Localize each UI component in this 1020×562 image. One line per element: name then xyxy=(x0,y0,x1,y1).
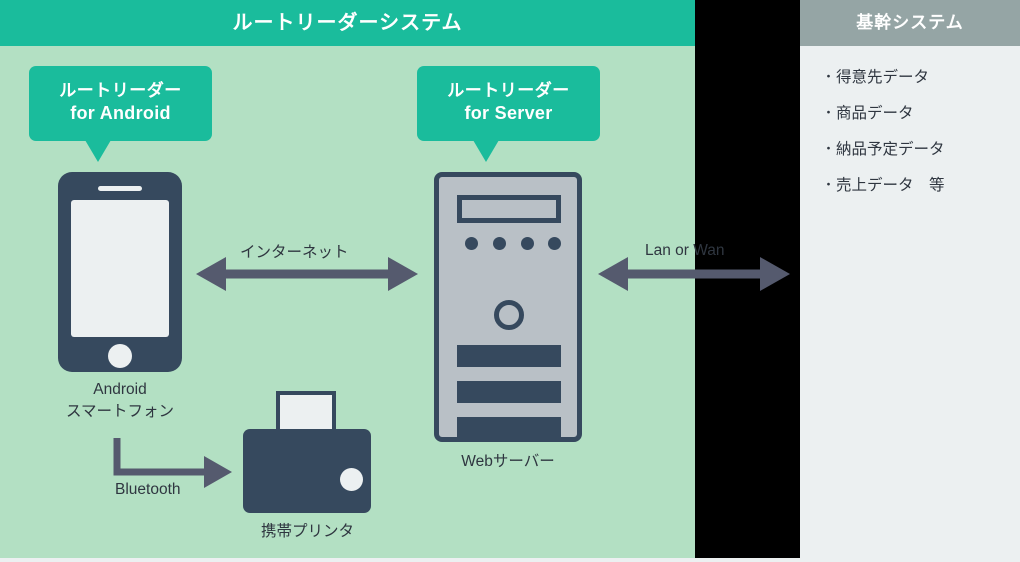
web-server-icon xyxy=(434,172,582,442)
callout-line2: for Server xyxy=(464,102,553,123)
server-led-icon xyxy=(548,237,561,250)
server-led-icon xyxy=(465,237,478,250)
printer-knob xyxy=(340,468,363,491)
list-item: ・得意先データ xyxy=(822,68,1012,89)
server-vent-bar xyxy=(457,345,561,367)
callout-tail-icon xyxy=(473,140,499,162)
lan-or-wan-connection-arrow xyxy=(598,257,790,291)
list-item: ・売上データ 等 xyxy=(822,176,1012,197)
bluetooth-connection-arrow xyxy=(113,438,232,488)
internet-connection-label: インターネット xyxy=(240,244,349,261)
bottom-strip xyxy=(0,558,1020,562)
lan-or-wan-connection-label: Lan or Wan xyxy=(645,242,725,259)
mobile-printer-label: 携帯プリンタ xyxy=(260,523,354,540)
server-indicator-lights xyxy=(465,237,561,250)
server-led-icon xyxy=(521,237,534,250)
list-item: ・商品データ xyxy=(822,104,1012,125)
core-system-data-list: ・得意先データ ・商品データ ・納品予定データ ・売上データ 等 xyxy=(822,68,1012,212)
phone-speaker xyxy=(98,186,142,191)
list-item-label: 得意先データ xyxy=(836,69,930,86)
callout-route-leader-android: ルートリーダー for Android xyxy=(29,66,212,162)
list-item-label: 商品データ xyxy=(836,104,914,122)
server-vent-bar xyxy=(457,381,561,403)
list-item-label: 納品予定データ xyxy=(836,140,945,158)
label-line2: スマートフォン xyxy=(65,403,175,421)
diagram-canvas: ルートリーダーシステム 基幹システム ・得意先データ ・商品データ ・納品予定デ… xyxy=(0,0,1020,562)
left-panel-title: ルートリーダーシステム xyxy=(232,12,463,34)
server-power-button-icon xyxy=(494,300,524,330)
bullet-dot-icon: ・ xyxy=(822,140,836,156)
bullet-dot-icon: ・ xyxy=(822,69,836,84)
callout-line2: for Android xyxy=(70,102,171,123)
server-vent-bar xyxy=(457,417,561,439)
mobile-printer-icon xyxy=(243,391,371,513)
phone-home-button xyxy=(108,344,132,368)
server-led-icon xyxy=(493,237,506,250)
callout-line1: ルートリーダー xyxy=(447,81,570,100)
callout-tail-icon xyxy=(85,140,111,162)
label-line1: Android xyxy=(93,381,147,398)
web-server-label: Webサーバー xyxy=(461,453,555,470)
list-item: ・納品予定データ xyxy=(822,140,1012,161)
list-item-label: 売上データ 等 xyxy=(836,176,945,194)
callout-line1: ルートリーダー xyxy=(59,81,182,100)
server-drive-slot xyxy=(457,195,561,223)
bullet-dot-icon: ・ xyxy=(822,104,836,120)
right-panel-title: 基幹システム xyxy=(856,13,964,32)
android-smartphone-label: Android スマートフォン xyxy=(20,379,220,424)
bullet-dot-icon: ・ xyxy=(822,176,836,192)
bluetooth-connection-label: Bluetooth xyxy=(115,481,181,498)
callout-route-leader-server: ルートリーダー for Server xyxy=(417,66,600,162)
phone-screen xyxy=(71,200,169,337)
android-smartphone-icon xyxy=(58,172,182,372)
